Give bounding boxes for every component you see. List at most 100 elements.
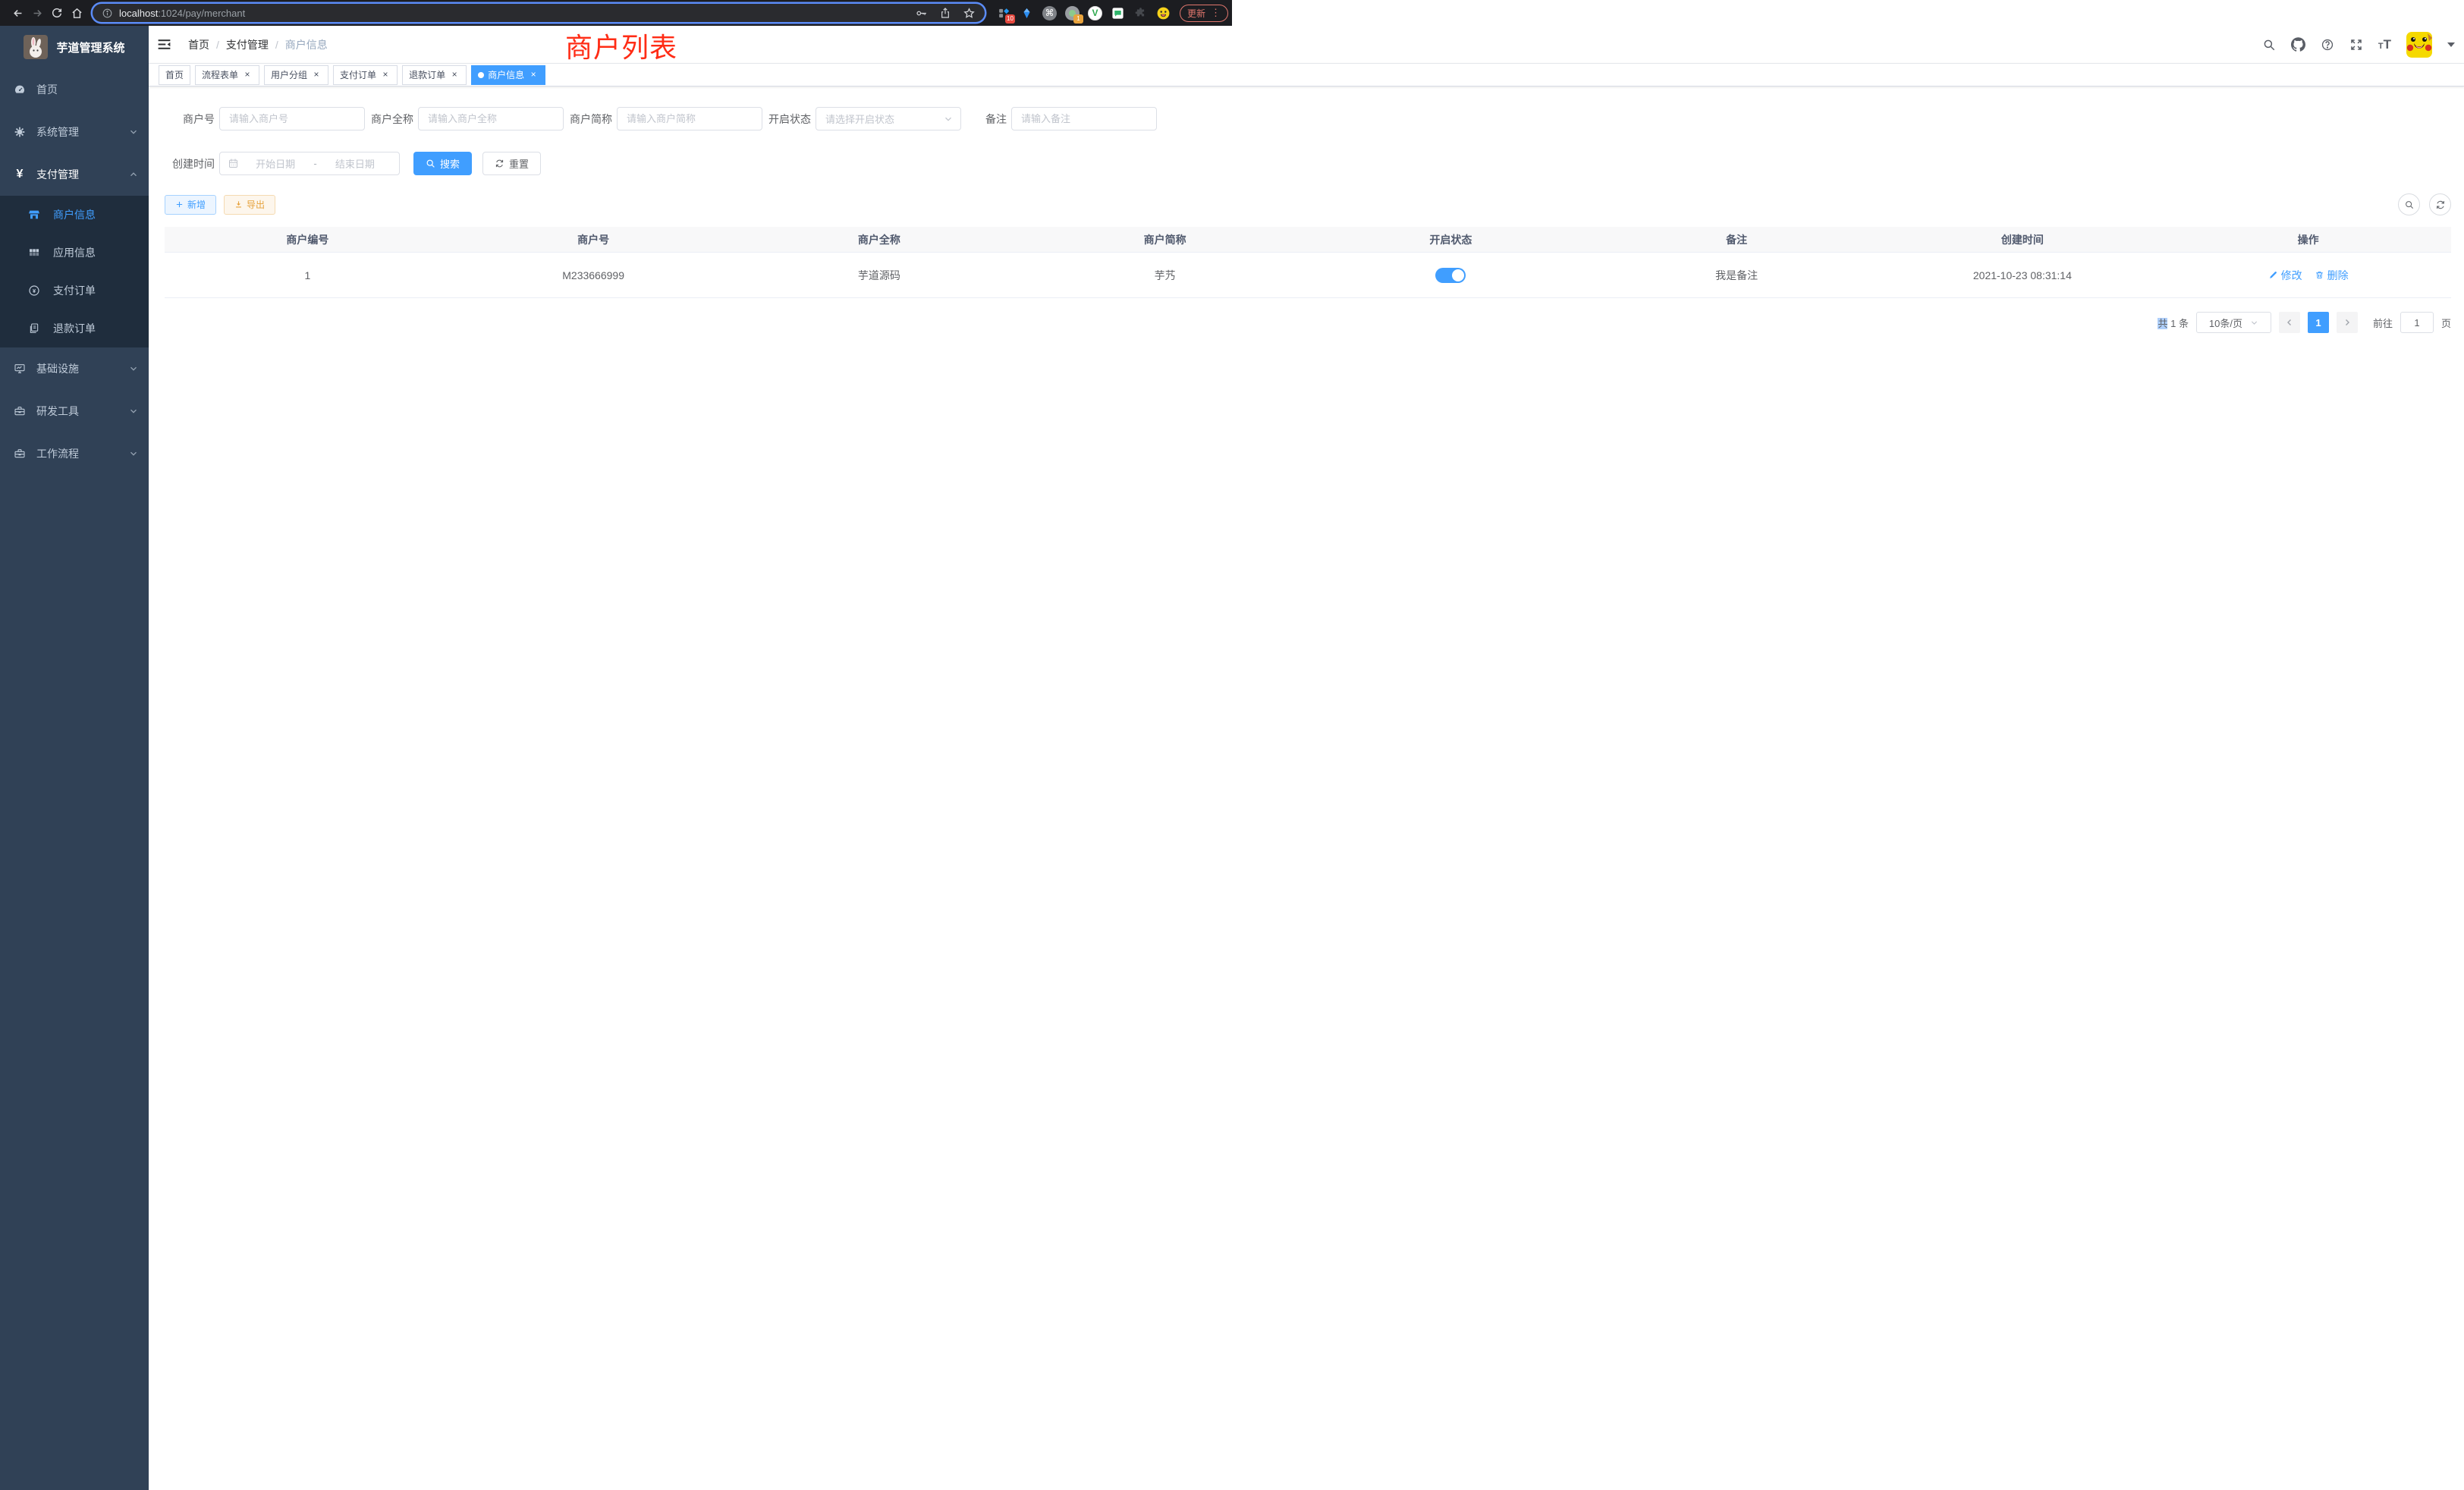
tab-user-group[interactable]: 用户分组 × bbox=[264, 65, 328, 85]
cell-actions: 修改 删除 bbox=[2165, 268, 2451, 283]
password-key-icon[interactable] bbox=[915, 7, 928, 20]
edit-link[interactable]: 修改 bbox=[2268, 268, 2302, 283]
active-tab-dot bbox=[478, 72, 484, 78]
chrome-update-button[interactable]: 更新 ⋮ bbox=[1180, 5, 1228, 22]
forward-icon[interactable] bbox=[27, 3, 47, 23]
toolbox-icon bbox=[14, 405, 26, 417]
merchant-no-input[interactable] bbox=[219, 107, 365, 130]
menu-dots-icon[interactable]: ⋮ bbox=[1211, 7, 1221, 19]
end-date-placeholder[interactable]: 结束日期 bbox=[319, 156, 391, 171]
home-icon[interactable] bbox=[67, 3, 86, 23]
trash-icon bbox=[2315, 270, 2324, 280]
column-header: 商户简称 bbox=[1022, 232, 1308, 247]
date-range-separator: - bbox=[312, 158, 318, 169]
next-page-button[interactable] bbox=[2337, 312, 2358, 333]
sidebar-item-payment[interactable]: ¥ 支付管理 bbox=[0, 153, 149, 196]
prev-page-button[interactable] bbox=[2279, 312, 2300, 333]
close-icon[interactable]: × bbox=[528, 70, 539, 80]
app-logo-row[interactable]: 芋道管理系统 bbox=[0, 26, 149, 68]
breadcrumb-payment[interactable]: 支付管理 bbox=[226, 37, 269, 52]
sidebar-item-merchant-info[interactable]: 商户信息 bbox=[0, 196, 149, 234]
add-button[interactable]: 新增 bbox=[165, 195, 216, 215]
gem-extension-icon[interactable] bbox=[1020, 6, 1034, 20]
sidebar-item-refund-order[interactable]: 退款订单 bbox=[0, 310, 149, 347]
pagination: 共 1 条 10条/页 1 前往 页 bbox=[165, 312, 2451, 333]
tab-process-form[interactable]: 流程表单 × bbox=[195, 65, 259, 85]
chat-extension-icon[interactable] bbox=[1111, 6, 1125, 20]
search-button[interactable]: 搜索 bbox=[413, 152, 472, 175]
font-size-icon[interactable]: TT bbox=[2378, 38, 2391, 51]
chevron-down-icon[interactable] bbox=[2447, 42, 2455, 47]
create-time-range-picker[interactable]: 开始日期 - 结束日期 bbox=[219, 152, 400, 175]
cell-status bbox=[1308, 268, 1594, 283]
address-bar[interactable]: localhost:1024/pay/merchant bbox=[93, 4, 985, 22]
cell-created-at: 2021-10-23 08:31:14 bbox=[1880, 269, 2166, 281]
recorder-extension-icon[interactable]: 1 bbox=[1065, 6, 1080, 20]
vue-devtools-icon[interactable]: V bbox=[1088, 6, 1102, 20]
reload-icon[interactable] bbox=[47, 3, 67, 23]
table-header-row: 商户编号 商户号 商户全称 商户简称 开启状态 备注 创建时间 操作 bbox=[165, 227, 2451, 253]
sidebar-item-dev-tools[interactable]: 研发工具 bbox=[0, 390, 149, 432]
remark-input[interactable] bbox=[1011, 107, 1157, 130]
sidebar-item-label: 支付订单 bbox=[53, 283, 96, 298]
tab-label: 退款订单 bbox=[409, 68, 445, 81]
page-number-button[interactable]: 1 bbox=[2308, 312, 2329, 333]
sidebar-item-workflow[interactable]: 工作流程 bbox=[0, 432, 149, 475]
short-name-input[interactable] bbox=[617, 107, 762, 130]
reset-button[interactable]: 重置 bbox=[482, 152, 541, 175]
tab-pay-order[interactable]: 支付订单 × bbox=[333, 65, 398, 85]
app-logo bbox=[24, 35, 48, 59]
export-button[interactable]: 导出 bbox=[224, 195, 275, 215]
share-icon[interactable] bbox=[939, 7, 951, 19]
column-header: 商户全称 bbox=[737, 232, 1023, 247]
browser-toolbar: localhost:1024/pay/merchant 10 ⌘ 1 V bbox=[0, 0, 1232, 26]
search-icon[interactable] bbox=[2262, 38, 2276, 52]
svg-text:¥: ¥ bbox=[33, 288, 36, 294]
puzzle-extension-icon[interactable] bbox=[1133, 6, 1148, 20]
tab-label: 流程表单 bbox=[202, 68, 238, 81]
grid-extension-icon[interactable]: 10 bbox=[997, 6, 1011, 20]
user-avatar[interactable] bbox=[2406, 32, 2432, 58]
fullscreen-icon[interactable] bbox=[2349, 38, 2363, 52]
close-icon[interactable]: × bbox=[449, 70, 460, 80]
refresh-button[interactable] bbox=[2429, 193, 2451, 215]
sidebar-item-home[interactable]: 首页 bbox=[0, 68, 149, 111]
site-info-icon[interactable] bbox=[102, 8, 113, 19]
close-icon[interactable]: × bbox=[311, 70, 322, 80]
tab-label: 支付订单 bbox=[340, 68, 376, 81]
sidebar-item-infrastructure[interactable]: 基础设施 bbox=[0, 347, 149, 390]
tab-home[interactable]: 首页 bbox=[159, 65, 190, 85]
page-size-select[interactable]: 10条/页 bbox=[2196, 312, 2271, 333]
collapse-sidebar-icon[interactable] bbox=[156, 36, 174, 52]
help-icon[interactable] bbox=[2321, 38, 2334, 52]
delete-link-label: 删除 bbox=[2327, 268, 2349, 283]
sidebar-item-system[interactable]: 系统管理 bbox=[0, 111, 149, 153]
status-toggle[interactable] bbox=[1435, 268, 1466, 283]
sidebar-item-pay-order[interactable]: ¥ 支付订单 bbox=[0, 272, 149, 310]
breadcrumb-home[interactable]: 首页 bbox=[188, 37, 209, 52]
close-icon[interactable]: × bbox=[242, 70, 253, 80]
tab-merchant-info[interactable]: 商户信息 × bbox=[471, 65, 545, 85]
chevron-down-icon bbox=[129, 127, 138, 137]
github-icon[interactable] bbox=[2291, 37, 2305, 52]
toggle-search-button[interactable] bbox=[2398, 193, 2420, 215]
search-button-label: 搜索 bbox=[440, 156, 460, 171]
close-icon[interactable]: × bbox=[380, 70, 391, 80]
cell-merchant-id: 1 bbox=[165, 269, 451, 281]
tags-view-bar: 首页 流程表单 × 用户分组 × 支付订单 × 退款订单 × 商户信息 × bbox=[149, 64, 2464, 86]
goto-page-input[interactable] bbox=[2400, 312, 2434, 333]
delete-link[interactable]: 删除 bbox=[2315, 268, 2349, 283]
sidebar-item-app-info[interactable]: 应用信息 bbox=[0, 234, 149, 272]
full-name-input[interactable] bbox=[418, 107, 564, 130]
status-select[interactable]: 请选择开启状态 bbox=[816, 107, 961, 130]
back-icon[interactable] bbox=[8, 3, 27, 23]
profile-avatar[interactable] bbox=[1156, 6, 1171, 20]
command-extension-icon[interactable]: ⌘ bbox=[1042, 6, 1057, 20]
toolbox-icon bbox=[14, 448, 26, 460]
bookmark-star-icon[interactable] bbox=[963, 7, 976, 20]
chevron-down-icon bbox=[129, 407, 138, 416]
tab-refund-order[interactable]: 退款订单 × bbox=[402, 65, 467, 85]
start-date-placeholder[interactable]: 开始日期 bbox=[239, 156, 312, 171]
page-annotation: 商户列表 bbox=[565, 26, 677, 65]
sidebar-item-label: 应用信息 bbox=[53, 245, 96, 260]
